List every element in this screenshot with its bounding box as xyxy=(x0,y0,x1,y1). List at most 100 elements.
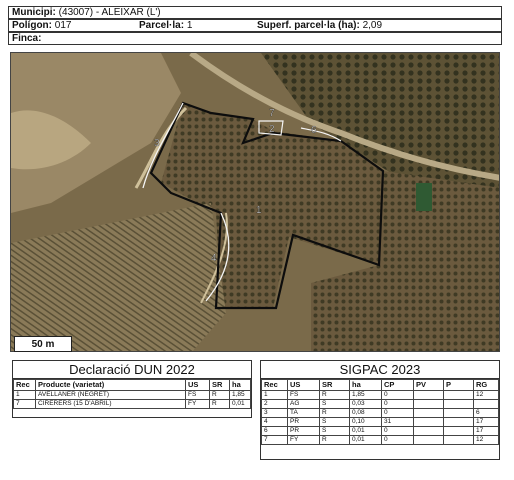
dun-cell: 1 xyxy=(13,390,36,400)
dun-column-header: Rec xyxy=(13,379,36,391)
municipi-label: Municipi: xyxy=(12,7,56,18)
sigpac-cell xyxy=(413,435,444,445)
sigpac-cell: 0 xyxy=(381,408,414,418)
dun-table-row: 1 AVELLANER (NEGRET) FS R 1,85 xyxy=(13,390,251,400)
dun-cell: AVELLANER (NEGRET) xyxy=(35,390,186,400)
sigpac-cell: S xyxy=(319,399,350,409)
poligon-label: Polígon: xyxy=(12,20,52,31)
map-scale-bar: 50 m xyxy=(14,336,72,352)
sigpac-cell xyxy=(473,399,499,409)
sigpac-table-row: 3 TA R 0,08 0 6 xyxy=(261,408,499,418)
sigpac-cell xyxy=(413,399,444,409)
sigpac-cell xyxy=(443,390,474,400)
sigpac-cell: TA xyxy=(287,408,320,418)
sigpac-cell xyxy=(443,408,474,418)
dun-cell: FS xyxy=(185,390,210,400)
sigpac-table-row: 2 AG S 0,03 0 xyxy=(261,399,499,409)
sigpac-cell: S xyxy=(319,426,350,436)
sigpac-cell: PR xyxy=(287,426,320,436)
sigpac-cell xyxy=(443,426,474,436)
sigpac-cell: 17 xyxy=(473,426,499,436)
sigpac-cell: AG xyxy=(287,399,320,409)
sigpac-cell: 6 xyxy=(261,426,288,436)
dun-cell: 1,85 xyxy=(229,390,251,400)
parcel-info-row: Polígon: 017 Parcel·la: 1 Superf. parcel… xyxy=(8,19,502,32)
sigpac-cell: 0 xyxy=(381,426,414,436)
dun-table-row: 7 CIRERERS (15 D'ABRIL) FY R 0,01 xyxy=(13,399,251,409)
sigpac-cell: 12 xyxy=(473,435,499,445)
sigpac-cell: 12 xyxy=(473,390,499,400)
sigpac-cell: R xyxy=(319,390,350,400)
sigpac-cell: 17 xyxy=(473,417,499,427)
dun-table: Rec Producte (varietat) US SR ha 1 AVELLANER … xyxy=(13,379,251,409)
aerial-photo: 1 2 3 4 6 7 xyxy=(11,53,499,351)
superficie-value: 2,09 xyxy=(362,20,383,31)
sigpac-cell: 1 xyxy=(261,390,288,400)
dun-cell: CIRERERS (15 D'ABRIL) xyxy=(35,399,186,409)
dun-column-header: ha xyxy=(229,379,251,391)
parcela-value: 1 xyxy=(186,20,193,31)
sigpac-cell: PR xyxy=(287,417,320,427)
sigpac-cell: 0,01 xyxy=(349,435,382,445)
sigpac-cell xyxy=(443,435,474,445)
sigpac-table-row: 6 PR S 0,01 0 17 xyxy=(261,426,499,436)
sigpac-cell: 0,01 xyxy=(349,426,382,436)
sigpac-table-box: SIGPAC 2023 Rec US SR ha CP PV P RG 1 FS R 1,85 0 12… xyxy=(260,360,500,460)
sigpac-cell: 0 xyxy=(381,390,414,400)
recinte-label-2: 2 xyxy=(269,124,275,135)
sigpac-column-header: SR xyxy=(319,379,350,391)
recinte-label-7: 7 xyxy=(269,108,275,119)
dun-cell: R xyxy=(209,390,230,400)
dun-cell: 0,01 xyxy=(229,399,251,409)
dun-cell: R xyxy=(209,399,230,409)
sigpac-column-header: RG xyxy=(473,379,499,391)
sigpac-column-header: PV xyxy=(413,379,444,391)
sigpac-column-header: US xyxy=(287,379,320,391)
sigpac-cell: R xyxy=(319,435,350,445)
sigpac-cell xyxy=(413,417,444,427)
sigpac-table-row: 7 FY R 0,01 0 12 xyxy=(261,435,499,445)
sigpac-cell: 31 xyxy=(381,417,414,427)
recinte-label-6: 6 xyxy=(311,125,317,136)
recinte-label-3: 3 xyxy=(154,138,160,149)
municipi-value: (43007) - ALEIXAR (L') xyxy=(58,7,161,18)
sigpac-cell: 3 xyxy=(261,408,288,418)
sigpac-cell: 4 xyxy=(261,417,288,427)
sigpac-cell xyxy=(413,408,444,418)
sigpac-cell xyxy=(413,390,444,400)
sigpac-table: Rec US SR ha CP PV P RG 1 FS R 1,85 0 12 2 AG S 0,03 0 3 TA… xyxy=(261,379,499,445)
finca-label: Finca: xyxy=(12,33,42,44)
superficie-label: Superf. parcel·la (ha): xyxy=(257,20,360,31)
sigpac-cell: R xyxy=(319,408,350,418)
dun-column-header: Producte (varietat) xyxy=(35,379,186,391)
parcela-label: Parcel·la: xyxy=(139,20,185,31)
sigpac-title: SIGPAC 2023 xyxy=(261,361,499,379)
sigpac-column-header: ha xyxy=(349,379,382,391)
dun-column-header: US xyxy=(185,379,210,391)
recinte-label-1: 1 xyxy=(256,205,262,216)
sigpac-cell: FS xyxy=(287,390,320,400)
sigpac-cell: 0 xyxy=(381,435,414,445)
recinte-label-4: 4 xyxy=(211,253,217,264)
sigpac-table-row: 4 PR S 0,10 31 17 xyxy=(261,417,499,427)
sigpac-cell: 1,85 xyxy=(349,390,382,400)
poligon-value: 017 xyxy=(54,20,72,31)
municipi-row: Municipi: (43007) - ALEIXAR (L') xyxy=(8,6,502,19)
sigpac-cell xyxy=(443,399,474,409)
dun-column-header: SR xyxy=(209,379,230,391)
sigpac-cell xyxy=(443,417,474,427)
aerial-map[interactable]: 1 2 3 4 6 7 xyxy=(10,52,500,352)
sigpac-table-row: 1 FS R 1,85 0 12 xyxy=(261,390,499,400)
sigpac-cell: 0,08 xyxy=(349,408,382,418)
sigpac-cell: 7 xyxy=(261,435,288,445)
sigpac-cell xyxy=(413,426,444,436)
finca-row: Finca: xyxy=(8,32,502,45)
sigpac-column-header: CP xyxy=(381,379,414,391)
green-field xyxy=(416,183,432,211)
sigpac-cell: FY xyxy=(287,435,320,445)
dun-table-box: Declaració DUN 2022 Rec Producte (varieta… xyxy=(12,360,252,418)
sigpac-cell: 6 xyxy=(473,408,499,418)
sigpac-cell: 2 xyxy=(261,399,288,409)
sigpac-cell: S xyxy=(319,417,350,427)
dun-cell: 7 xyxy=(13,399,36,409)
